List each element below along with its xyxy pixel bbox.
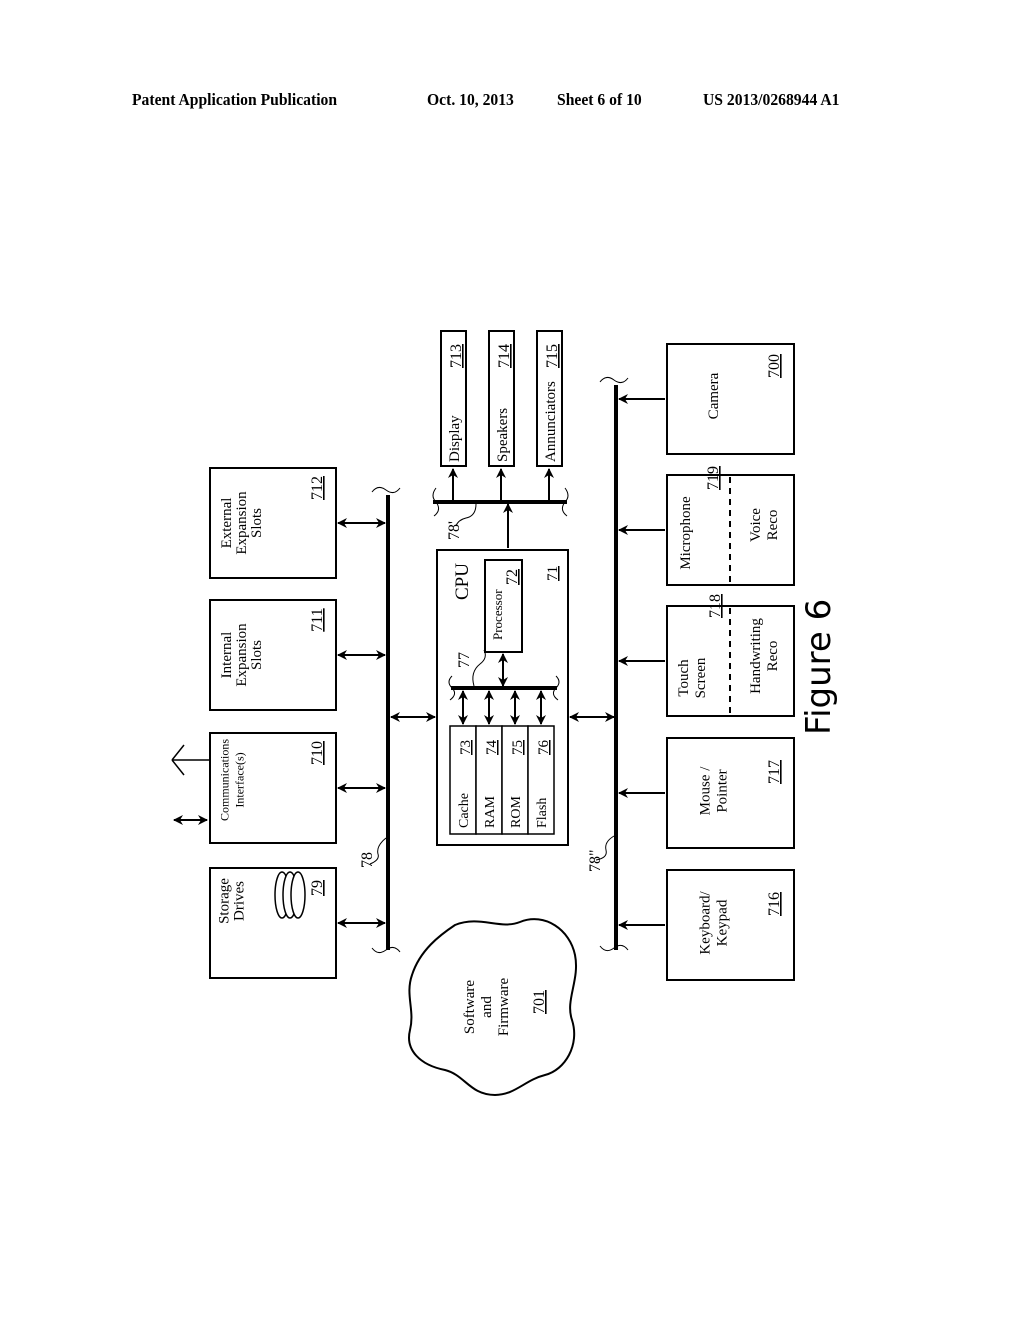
block-ref: 716 xyxy=(766,892,783,916)
block-ref: 711 xyxy=(309,608,326,631)
block-text: Expansion xyxy=(234,491,250,555)
input-block-700: Camera 700 xyxy=(618,343,795,455)
block-subtext: Voice xyxy=(748,508,764,542)
block-text: Interface(s) xyxy=(233,752,247,807)
output-block-714: Speakers 714 xyxy=(488,330,515,500)
block-subtext: Reco xyxy=(765,641,781,672)
memory-label: ROM xyxy=(509,796,524,828)
block-text: Screen xyxy=(693,657,709,698)
left-block-712: External Expansion Slots 712 xyxy=(209,467,386,579)
block-text: Keyboard/ xyxy=(698,891,714,955)
disk-stack-icon xyxy=(274,871,306,919)
processor-label: Processor xyxy=(490,589,505,640)
block-text: Touch xyxy=(676,659,692,697)
block-text: Mouse / xyxy=(698,766,714,816)
block-text: Communications xyxy=(218,739,232,821)
left-block-711: Internal Expansion Slots 711 xyxy=(209,599,386,711)
block-text: Drives xyxy=(232,881,248,921)
block-ref: 79 xyxy=(309,880,326,896)
block-text: External xyxy=(219,498,235,549)
left-block-710: Communications Interface(s) 710 xyxy=(209,732,386,844)
bus-78-label: 78 xyxy=(359,852,376,868)
memory-ref: 75 xyxy=(510,740,526,755)
bus-78-prime-label: 78' xyxy=(446,521,463,540)
output-label: Display xyxy=(447,415,463,462)
block-text: Internal xyxy=(219,632,235,679)
block-text: Microphone xyxy=(678,496,694,570)
block-text: Slots xyxy=(249,508,265,538)
bus-break-mark xyxy=(371,486,401,494)
block-text: Keypad xyxy=(715,899,731,946)
input-block-719: Microphone 719 Voice Reco xyxy=(618,466,795,586)
cloud-text: Software xyxy=(462,980,478,1034)
figure-label: Figure 6 xyxy=(799,599,839,735)
block-text: Storage xyxy=(217,878,233,924)
input-block-717: Mouse / Pointer 717 xyxy=(618,737,795,849)
bus-77-label: 77 xyxy=(456,652,473,668)
bus-break-mark xyxy=(599,376,629,384)
cpu-label: CPU xyxy=(452,563,473,600)
block-text: Camera xyxy=(706,372,722,419)
block-text: Expansion xyxy=(234,623,250,687)
input-block-718: Touch Screen 718 Handwriting Reco xyxy=(618,594,795,717)
processor-ref: 72 xyxy=(504,569,521,585)
memory-label: Flash xyxy=(535,798,550,828)
memory-ref: 73 xyxy=(458,740,474,755)
block-ref: 700 xyxy=(766,354,783,378)
block-subtext: Reco xyxy=(765,510,781,541)
block-text: Pointer xyxy=(715,769,731,812)
block-ref: 718 xyxy=(707,594,724,618)
output-block-713: Display 713 xyxy=(440,330,467,500)
bus-78-double-prime-label: 78" xyxy=(587,849,604,872)
output-ref: 715 xyxy=(544,344,561,368)
block-diagram: 78 Storage Drives 79 Communications Interfac… xyxy=(171,330,839,1097)
memory-label: RAM xyxy=(483,796,498,828)
memory-ref: 76 xyxy=(536,740,552,756)
block-text: Slots xyxy=(249,640,265,670)
input-block-716: Keyboard/Keypad 716 xyxy=(618,869,795,981)
output-label: Annunciators xyxy=(543,381,559,462)
cpu-ref: 71 xyxy=(545,566,561,581)
output-block-715: Annunciators 715 xyxy=(536,330,563,500)
block-frame xyxy=(666,869,795,981)
block-subtext: Handwriting xyxy=(748,618,764,694)
block-ref: 719 xyxy=(705,466,722,490)
block-frame xyxy=(666,737,795,849)
output-ref: 714 xyxy=(496,344,513,368)
cloud-ref: 701 xyxy=(531,990,548,1014)
block-ref: 717 xyxy=(766,760,783,784)
memory-label: Cache xyxy=(457,793,472,828)
cloud-text: Firmware xyxy=(496,978,512,1037)
block-ref: 710 xyxy=(309,741,326,765)
output-ref: 713 xyxy=(448,344,465,368)
cloud-text: and xyxy=(479,996,495,1018)
output-label: Speakers xyxy=(495,408,511,462)
block-ref: 712 xyxy=(309,476,326,500)
memory-ref: 74 xyxy=(484,740,500,756)
